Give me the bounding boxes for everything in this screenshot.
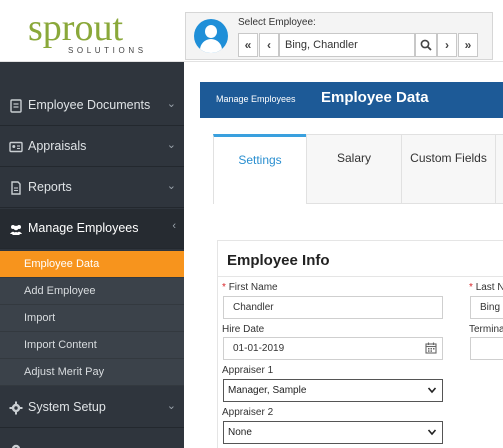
sidebar-item-label: System Setup: [28, 400, 106, 414]
employee-selector: Select Employee: « ‹ Bing, Chandler › »: [185, 12, 493, 60]
hire-date-value: 01-01-2019: [233, 343, 285, 354]
sidebar-subitem-label: Add Employee: [24, 285, 96, 297]
next-employee-button[interactable]: ›: [437, 33, 457, 57]
last-employee-button[interactable]: »: [458, 33, 478, 57]
employee-info-panel: Employee Info * First Name Chandler * La…: [217, 240, 503, 448]
sidebar-subitem-label: Import: [24, 312, 56, 324]
sidebar-item-partial[interactable]: [0, 429, 184, 448]
appraiser-1-value: Manager, Sample: [228, 385, 307, 396]
chevron-down-icon: ⌄: [166, 98, 176, 110]
appraiser-2-value: None: [228, 427, 252, 438]
termination-date-label: Termina: [469, 324, 503, 335]
page-header-banner: Manage Employees Employee Data: [200, 82, 503, 118]
user-avatar-icon: [194, 19, 228, 53]
sidebar-item-employee-documents[interactable]: Employee Documents ⌄: [0, 86, 184, 126]
sidebar-subitem-import[interactable]: Import: [0, 305, 184, 332]
search-icon: [420, 39, 432, 51]
logo-word: sprout: [28, 7, 123, 49]
last-name-label: * Last N: [469, 282, 503, 293]
chevron-down-icon: [427, 387, 437, 394]
sidebar-item-label: Employee Documents: [28, 98, 151, 112]
tab-settings[interactable]: Settings: [213, 134, 307, 204]
chevron-left-icon: ‹: [172, 220, 176, 232]
sidebar-subitem-add-employee[interactable]: Add Employee: [0, 278, 184, 305]
document-icon: [10, 99, 22, 113]
app-page: sprout SOLUTIONS Select Employee: « ‹ Bi…: [0, 0, 503, 448]
first-name-input[interactable]: Chandler: [223, 296, 443, 319]
previous-employee-button[interactable]: ‹: [259, 33, 279, 57]
main-content: Manage Employees Employee Data Settings …: [184, 62, 503, 448]
sidebar-item-label: Manage Employees: [28, 221, 139, 235]
sidebar: Employee Documents ⌄ Appraisals ⌄ Report…: [0, 62, 184, 448]
sidebar-subitem-employee-data[interactable]: Employee Data: [0, 251, 184, 278]
sidebar-item-system-setup[interactable]: System Setup ⌄: [0, 388, 184, 428]
appraiser-1-select[interactable]: Manager, Sample: [223, 379, 443, 402]
tab-label: Settings: [238, 153, 282, 167]
hire-date-input[interactable]: 01-01-2019: [223, 337, 443, 360]
tab-bar: Settings Salary Custom Fields: [213, 134, 503, 204]
divider: [218, 276, 503, 277]
report-icon: [11, 181, 21, 195]
sidebar-item-label: Reports: [28, 180, 72, 194]
sidebar-item-label: Appraisals: [28, 139, 87, 153]
header: sprout SOLUTIONS Select Employee: « ‹ Bi…: [0, 0, 503, 62]
chevron-down-icon: ⌄: [166, 139, 176, 151]
users-icon: [10, 225, 22, 235]
employee-search-input[interactable]: Bing, Chandler: [279, 33, 415, 57]
first-name-label: * First Name: [222, 282, 278, 293]
tab-custom-fields[interactable]: Custom Fields: [401, 134, 496, 204]
sidebar-subitem-import-content[interactable]: Import Content: [0, 332, 184, 359]
tab-label: Salary: [336, 151, 371, 165]
tab-label: Custom Fields: [410, 151, 487, 165]
sidebar-item-manage-employees[interactable]: Manage Employees ‹: [0, 209, 184, 249]
gear-icon: [11, 444, 21, 448]
sidebar-subitem-adjust-merit-pay[interactable]: Adjust Merit Pay: [0, 359, 184, 386]
breadcrumb[interactable]: Manage Employees: [216, 94, 296, 104]
sprout-logo[interactable]: sprout SOLUTIONS: [28, 8, 158, 56]
chevron-down-icon: ⌄: [166, 180, 176, 192]
first-employee-button[interactable]: «: [238, 33, 258, 57]
appraiser-1-label: Appraiser 1: [222, 365, 274, 376]
employee-selector-label: Select Employee:: [238, 17, 316, 28]
tab-next-partial[interactable]: [495, 134, 503, 204]
section-title: Employee Info: [227, 252, 330, 269]
sidebar-item-reports[interactable]: Reports ⌄: [0, 168, 184, 208]
hire-date-label: Hire Date: [222, 324, 265, 335]
sidebar-subitem-label: Adjust Merit Pay: [24, 366, 105, 378]
chevron-down-icon: ⌄: [166, 400, 176, 412]
last-name-input[interactable]: Bing: [470, 296, 503, 319]
gear-icon: [9, 401, 23, 415]
sidebar-subitem-label: Employee Data: [24, 258, 100, 270]
appraiser-2-select[interactable]: None: [223, 421, 443, 444]
search-button[interactable]: [415, 33, 437, 57]
sidebar-item-appraisals[interactable]: Appraisals ⌄: [0, 127, 184, 167]
page-title: Employee Data: [321, 89, 429, 106]
chevron-down-icon: [427, 429, 437, 436]
sidebar-subitem-label: Import Content: [24, 339, 97, 351]
appraiser-2-label: Appraiser 2: [222, 407, 274, 418]
id-card-icon: [9, 141, 23, 153]
termination-date-input[interactable]: [470, 337, 503, 360]
logo-subtitle: SOLUTIONS: [68, 46, 147, 55]
calendar-icon[interactable]: [425, 342, 437, 354]
tab-salary[interactable]: Salary: [306, 134, 402, 204]
